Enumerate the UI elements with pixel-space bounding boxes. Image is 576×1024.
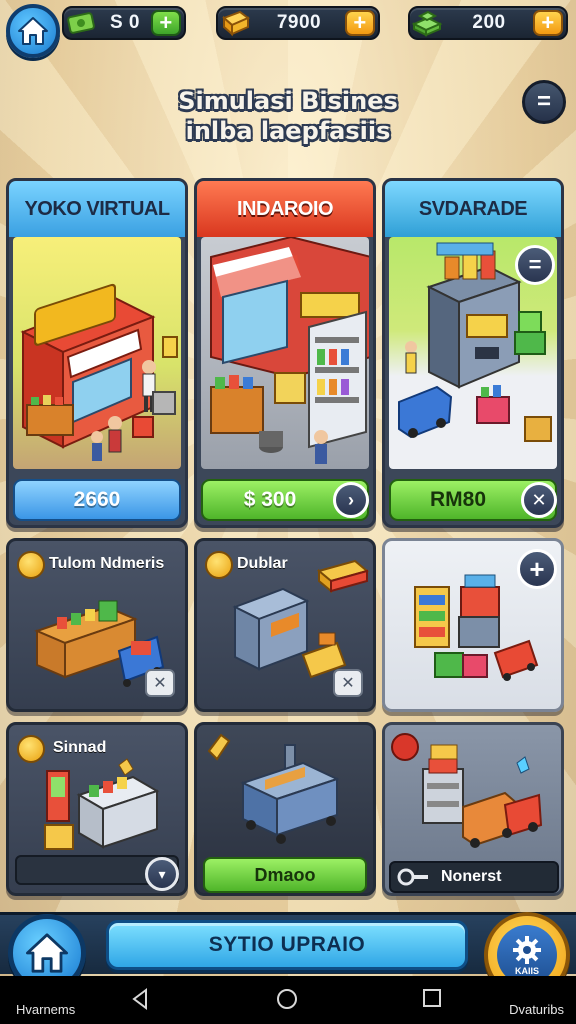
chevron-right-icon: › [348, 489, 354, 510]
add-gold-button[interactable]: + [345, 10, 375, 36]
close-icon: ✕ [531, 489, 547, 510]
home-circle-icon[interactable] [276, 988, 298, 1015]
business-name: YOKO VIRTUAL [9, 181, 185, 237]
recents-icon[interactable] [422, 988, 442, 1013]
home-nav-label: Hvarnems [16, 1002, 76, 1017]
upgrade-tile-2[interactable]: Dublar ✕ [194, 538, 376, 712]
minus-icon: = [528, 252, 542, 277]
next-arrow-button[interactable]: › [333, 482, 369, 518]
gold-value: 7900 [276, 12, 322, 33]
checkout-illustration [44, 758, 160, 850]
menu-button[interactable]: = [522, 80, 566, 124]
store-illustration [201, 237, 369, 469]
key-icon [397, 868, 428, 886]
upgrade-tile-5[interactable]: Dmaoo [194, 722, 376, 896]
back-icon[interactable] [130, 988, 150, 1015]
system-nav-bar: Hvarnems Dvaturibs [0, 976, 576, 1024]
upgrade-tile-1[interactable]: Tulom Ndmeris ✕ [6, 538, 188, 712]
gems-value: 200 [472, 12, 506, 33]
wrench-icon[interactable]: ✕ [333, 669, 363, 697]
plus-icon: + [529, 553, 545, 584]
business-card-svdarade[interactable]: SVDARADE = RM80 ✕ [382, 178, 564, 528]
business-price-button[interactable]: 2660 [13, 479, 181, 521]
upgrade-tile-4[interactable]: Sinnad ▾ [6, 722, 188, 896]
cash-counter: S 0 + [62, 6, 186, 40]
tile-status-bar: Nonerst [389, 861, 559, 893]
right-nav-label: Dvaturibs [509, 1002, 564, 1017]
close-button[interactable]: ✕ [521, 482, 557, 518]
gems-counter: 200 + [408, 6, 568, 40]
business-card-yoko[interactable]: YOKO VIRTUAL 2660 [6, 178, 188, 528]
cash-value: S 0 [109, 12, 141, 33]
chevron-down-icon: ▾ [158, 865, 166, 882]
tile-label: Nonerst [441, 868, 502, 885]
gold-counter: 7900 + [216, 6, 380, 40]
title-line-2: inlba laepfasiis [185, 117, 391, 145]
upgrade-tile-3[interactable]: + [382, 538, 564, 712]
home-icon [26, 933, 68, 973]
expand-button[interactable]: ▾ [145, 857, 179, 891]
upgrade-tile-6[interactable]: Nonerst [382, 722, 564, 896]
cash-icon [62, 4, 100, 42]
page-title: Simulasi Bisines inlba laepfasiis [100, 86, 476, 146]
cash-stack-icon [408, 4, 446, 42]
upgrade-button[interactable]: SYTIO UPRAIO [106, 920, 468, 970]
delivery-illustration [422, 744, 543, 848]
add-gems-button[interactable]: + [533, 10, 563, 36]
collapse-button[interactable]: = [515, 245, 555, 285]
gold-bar-icon [216, 4, 254, 42]
home-button-top[interactable] [6, 4, 60, 58]
gold-bar-icon [207, 733, 231, 761]
gear-icon [513, 935, 541, 964]
title-line-1: Simulasi Bisines [178, 87, 398, 115]
business-name: SVDARADE [385, 181, 561, 237]
add-button[interactable]: + [517, 549, 557, 589]
home-icon [18, 17, 48, 45]
resource-bar: S 0 + 7900 + 200 + [0, 0, 576, 58]
business-name: INDAROIO [197, 181, 373, 237]
store-illustration [13, 237, 181, 469]
business-card-indaroio[interactable]: INDAROIO $ 300 › [194, 178, 376, 528]
tile-label: Tulom Ndmeris [49, 555, 165, 572]
coin-icon [17, 551, 45, 579]
market-illustration [414, 574, 539, 681]
add-cash-button[interactable]: + [151, 10, 181, 36]
wrench-icon[interactable]: ✕ [145, 669, 175, 697]
menu-icon: = [536, 88, 551, 115]
settings-label: KAIIS [514, 965, 539, 976]
machine-illustration [232, 559, 370, 679]
tile-action-button[interactable]: Dmaoo [203, 857, 367, 893]
cart-illustration [240, 744, 340, 844]
